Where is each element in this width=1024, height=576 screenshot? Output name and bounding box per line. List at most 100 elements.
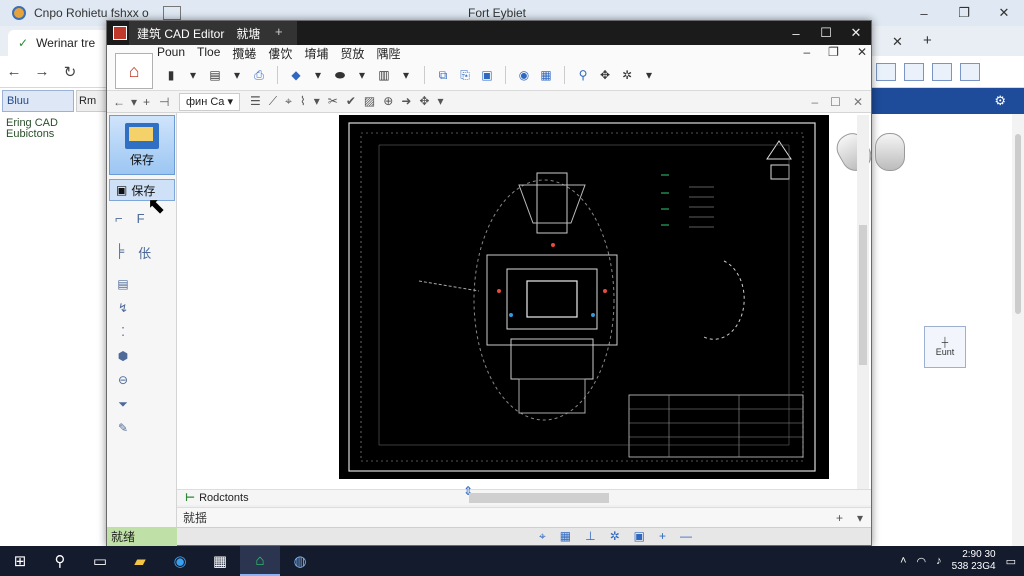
shape-icon[interactable]: ⬬ [332, 67, 348, 83]
funnel-icon[interactable]: ⏷ [115, 397, 131, 412]
network-icon[interactable]: ◠ [917, 555, 927, 568]
mouse-icon[interactable] [831, 128, 877, 176]
tray-chevron-icon[interactable]: ˄ [900, 555, 906, 567]
canvas-scroll-thumb[interactable] [859, 225, 867, 365]
close-button[interactable]: ✕ [841, 21, 871, 45]
notification-icon[interactable]: ▭ [1006, 555, 1016, 568]
move-icon[interactable]: ✥ [419, 94, 429, 109]
zoom-in-icon[interactable]: + [659, 529, 666, 544]
dropdown-arrow-icon[interactable]: ▾ [229, 67, 245, 83]
menu-item-6[interactable]: 隅陛 [376, 45, 400, 62]
mouse-icon[interactable] [875, 133, 905, 171]
cad-drawing-sheet[interactable] [339, 115, 829, 479]
horizontal-scrollbar[interactable] [451, 493, 851, 503]
doc-minimize-icon[interactable]: – [803, 45, 810, 59]
paste-icon[interactable]: ⎘ [457, 67, 473, 83]
dropdown-arrow-icon[interactable]: ▾ [857, 511, 863, 525]
dropdown-arrow-icon[interactable]: ▾ [398, 67, 414, 83]
pin-icon[interactable]: ⊣ [159, 95, 169, 109]
dropdown-arrow-icon[interactable]: ▾ [185, 67, 201, 83]
menu-item-1[interactable]: Tloe [197, 45, 220, 62]
check-icon[interactable]: ✔ [346, 94, 356, 109]
frame-tool-icon[interactable]: F [137, 211, 145, 226]
snap-icon[interactable]: ⌖ [285, 94, 292, 109]
layer-icon[interactable]: ▥ [376, 67, 392, 83]
toolbar-extension-icon[interactable] [960, 63, 980, 81]
menu-item-2[interactable]: 攬蜷 [232, 45, 256, 62]
menu-item-3[interactable]: 僂饮 [268, 45, 292, 62]
minimize-button[interactable]: – [781, 21, 811, 45]
toolbar-window-icon[interactable] [876, 63, 896, 81]
dim-icon[interactable]: ⌇ [300, 94, 306, 109]
floating-widget[interactable]: ┼ Eunt [924, 326, 966, 368]
add-icon[interactable]: + [836, 511, 843, 525]
new-file-icon[interactable]: ▮ [163, 67, 179, 83]
document-icon[interactable]: ▤ [115, 277, 131, 291]
menu-item-5[interactable]: 贸放 [340, 45, 364, 62]
zoom-out-icon[interactable]: — [680, 529, 692, 544]
add-icon[interactable]: + [143, 95, 150, 109]
windows-icon[interactable]: ⊞ [0, 546, 40, 576]
polar-status-icon[interactable]: ✲ [610, 529, 620, 544]
zoom-search-icon[interactable]: ⚲ [575, 67, 591, 83]
cad-main-logo-icon[interactable]: ⌂ [115, 53, 153, 89]
minimize-button[interactable]: – [904, 0, 944, 26]
copy-icon[interactable]: ⧉ [435, 67, 451, 83]
folder-icon[interactable]: ▰ [120, 546, 160, 576]
panel-close-icon[interactable]: ✕ [853, 95, 863, 109]
canvas-vertical-scrollbar[interactable] [857, 115, 869, 489]
brush-icon[interactable]: ✎ [115, 421, 131, 435]
dropdown-arrow-icon[interactable]: ▾ [641, 67, 657, 83]
side-tab-a[interactable]: Bluu [2, 90, 74, 112]
measure-icon[interactable]: ⊕ [383, 94, 393, 109]
settings-gear-icon[interactable]: ⚙ [994, 93, 1006, 109]
fill-icon[interactable]: ◆ [288, 67, 304, 83]
toolbar-layer-icon[interactable] [932, 63, 952, 81]
menu-item-0[interactable]: Poun [157, 45, 185, 62]
back-arrow-icon[interactable]: ← [113, 95, 125, 109]
globe-icon[interactable]: ◍ [280, 546, 320, 576]
point-icon[interactable]: ⁚ [115, 325, 131, 339]
toolbar-edit-icon[interactable] [904, 63, 924, 81]
doc-restore-icon[interactable]: ❐ [828, 45, 839, 59]
block-icon[interactable]: ▣ [479, 67, 495, 83]
hatch-icon[interactable]: ▨ [364, 94, 375, 109]
dropdown-arrow-icon[interactable]: ▾ [437, 94, 443, 109]
print-icon[interactable]: ▤ [207, 67, 223, 83]
view-selector[interactable]: фин Ca ▾ [179, 92, 240, 111]
dropdown-arrow-icon[interactable]: ▾ [314, 94, 320, 109]
text-tool-icon[interactable]: 伥 [138, 243, 151, 262]
line-tool-icon[interactable]: ⟋ [269, 94, 277, 109]
floor-plan-drawing[interactable] [339, 115, 829, 479]
panel-restore-icon[interactable]: ☐ [830, 95, 841, 109]
doc-close-icon[interactable]: ✕ [857, 45, 867, 59]
volume-icon[interactable]: ♪ [936, 555, 942, 567]
browser-sidebar-toggle-icon[interactable] [162, 6, 181, 20]
store-icon[interactable]: ▦ [200, 546, 240, 576]
pan-icon[interactable]: ✥ [597, 67, 613, 83]
menu-item-4[interactable]: 堉埔 [304, 45, 328, 62]
grid-status-icon[interactable]: ▦ [560, 529, 571, 544]
polyline-icon[interactable]: ↯ [115, 301, 131, 315]
cad-document-tab[interactable]: 建筑 CAD Editor 就塘 [129, 21, 297, 45]
refresh-icon[interactable]: ↻ [56, 63, 84, 81]
panel-minimize-icon[interactable]: – [811, 95, 818, 109]
layout-status-icon[interactable]: ▣ [634, 529, 645, 544]
circle-icon[interactable]: ⊖ [115, 373, 131, 387]
ortho-status-icon[interactable]: ⊥ [585, 529, 595, 544]
new-tab-icon[interactable]: + [923, 32, 932, 49]
close-button[interactable]: ✕ [984, 0, 1024, 26]
arrow-tool-icon[interactable]: ➜ [401, 94, 411, 109]
maximize-button[interactable]: ❐ [944, 0, 984, 26]
maximize-button[interactable]: ☐ [811, 21, 841, 45]
dropdown-arrow-icon[interactable]: ▾ [354, 67, 370, 83]
taskview-icon[interactable]: ▭ [80, 546, 120, 576]
palette-icon[interactable]: ◉ [516, 67, 532, 83]
list-icon[interactable]: ☰ [250, 94, 261, 109]
properties-icon[interactable]: ▦ [538, 67, 554, 83]
browser-scroll-thumb[interactable] [1015, 134, 1021, 314]
forward-arrow-icon[interactable]: → [28, 63, 56, 80]
tab-close-icon[interactable]: ✕ [892, 34, 903, 50]
horizontal-scroll-thumb[interactable] [469, 493, 609, 503]
edge-icon[interactable]: ◉ [160, 546, 200, 576]
